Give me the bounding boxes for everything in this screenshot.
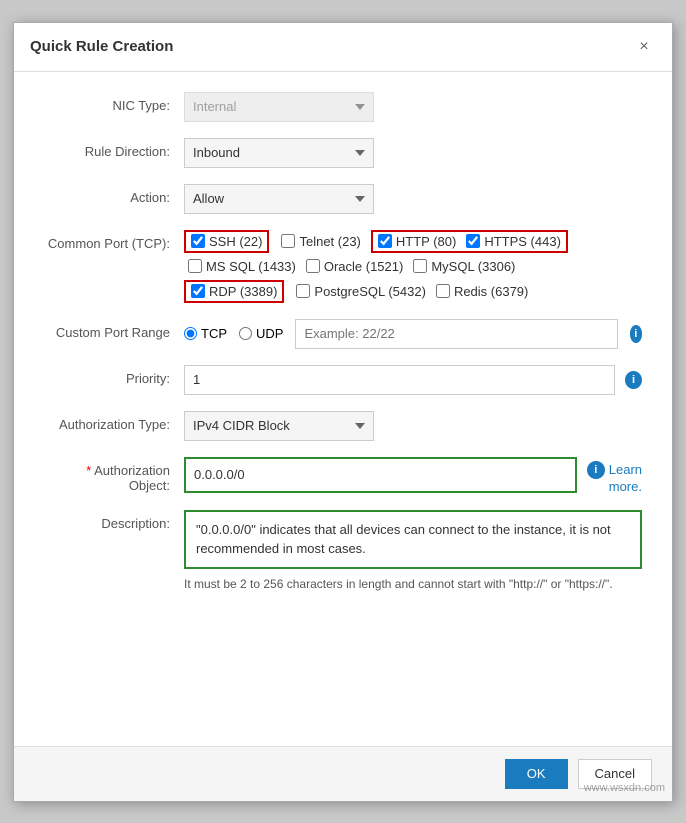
http-https-highlight-group: HTTP (80) HTTPS (443) <box>371 230 568 253</box>
description-row: Description: "0.0.0.0/0" indicates that … <box>44 510 642 593</box>
redis-label[interactable]: Redis (6379) <box>454 284 528 299</box>
postgresql-label[interactable]: PostgreSQL (5432) <box>314 284 426 299</box>
auth-object-input[interactable] <box>184 457 577 493</box>
auth-type-label: Authorization Type: <box>44 411 184 432</box>
https-label[interactable]: HTTPS (443) <box>484 234 561 249</box>
dialog-body: NIC Type: Internal Rule Direction: Inbou… <box>14 72 672 746</box>
common-port-row: Common Port (TCP): SSH (22) <box>44 230 642 303</box>
more-link[interactable]: more. <box>609 479 642 494</box>
port-row-3: RDP (3389) PostgreSQL (5432) Redis (6379… <box>184 280 642 303</box>
mysql-checkbox[interactable] <box>413 259 427 273</box>
telnet-label[interactable]: Telnet (23) <box>299 234 360 249</box>
port-mssql: MS SQL (1433) <box>188 259 296 274</box>
dialog-title: Quick Rule Creation <box>30 38 173 55</box>
action-select[interactable]: Allow Deny <box>184 184 374 214</box>
tcp-radio[interactable] <box>184 327 197 340</box>
port-ssh: SSH (22) <box>191 234 262 249</box>
oracle-label[interactable]: Oracle (1521) <box>324 259 403 274</box>
nic-type-select[interactable]: Internal <box>184 92 374 122</box>
action-row: Action: Allow Deny <box>44 184 642 214</box>
priority-info-icon[interactable]: i <box>625 371 642 389</box>
common-port-control: SSH (22) Telnet (23) <box>184 230 642 303</box>
ssh-highlight-group: SSH (22) <box>184 230 269 253</box>
nic-type-control: Internal <box>184 92 642 122</box>
udp-radio-text: UDP <box>256 326 283 341</box>
priority-row: Priority: i <box>44 365 642 395</box>
rdp-label[interactable]: RDP (3389) <box>209 284 277 299</box>
http-checkbox[interactable] <box>378 234 392 248</box>
telnet-checkbox[interactable] <box>281 234 295 248</box>
description-label: Description: <box>44 510 184 531</box>
nic-type-row: NIC Type: Internal <box>44 92 642 122</box>
redis-checkbox[interactable] <box>436 284 450 298</box>
description-box: "0.0.0.0/0" indicates that all devices c… <box>184 510 642 569</box>
udp-radio-label[interactable]: UDP <box>239 326 283 341</box>
mysql-label[interactable]: MySQL (3306) <box>431 259 515 274</box>
port-telnet: Telnet (23) <box>281 234 360 249</box>
port-redis: Redis (6379) <box>436 284 528 299</box>
rule-direction-label: Rule Direction: <box>44 138 184 159</box>
oracle-checkbox[interactable] <box>306 259 320 273</box>
port-mysql: MySQL (3306) <box>413 259 515 274</box>
mssql-label[interactable]: MS SQL (1433) <box>206 259 296 274</box>
dialog-header: Quick Rule Creation × <box>14 23 672 72</box>
learn-row: i Learn <box>587 461 642 479</box>
custom-port-inputs: TCP UDP i <box>184 319 642 349</box>
port-rdp: RDP (3389) <box>191 284 277 299</box>
auth-object-label: Authorization Object: <box>44 457 184 493</box>
port-grid: SSH (22) Telnet (23) <box>184 230 642 303</box>
ok-button[interactable]: OK <box>505 759 568 789</box>
priority-input-row: i <box>184 365 642 395</box>
tcp-radio-text: TCP <box>201 326 227 341</box>
postgresql-checkbox[interactable] <box>296 284 310 298</box>
mssql-checkbox[interactable] <box>188 259 202 273</box>
rule-direction-select[interactable]: Inbound Outbound <box>184 138 374 168</box>
port-http: HTTP (80) <box>378 234 456 249</box>
common-port-label: Common Port (TCP): <box>44 230 184 251</box>
priority-control: i <box>184 365 642 395</box>
auth-object-content: i Learn more. <box>184 457 642 494</box>
cancel-button[interactable]: Cancel <box>578 759 652 789</box>
close-button[interactable]: × <box>632 35 656 59</box>
rdp-highlight-group: RDP (3389) <box>184 280 284 303</box>
custom-port-info-icon[interactable]: i <box>630 325 642 343</box>
rule-direction-control: Inbound Outbound <box>184 138 642 168</box>
custom-port-row: Custom Port Range TCP UDP i <box>44 319 642 349</box>
action-control: Allow Deny <box>184 184 642 214</box>
description-help-text: It must be 2 to 256 characters in length… <box>184 575 642 593</box>
nic-type-label: NIC Type: <box>44 92 184 113</box>
custom-port-control: TCP UDP i <box>184 319 642 349</box>
action-label: Action: <box>44 184 184 205</box>
custom-port-input[interactable] <box>295 319 617 349</box>
ssh-label[interactable]: SSH (22) <box>209 234 262 249</box>
port-https: HTTPS (443) <box>466 234 561 249</box>
port-postgresql: PostgreSQL (5432) <box>296 284 426 299</box>
quick-rule-creation-dialog: Quick Rule Creation × NIC Type: Internal… <box>13 22 673 802</box>
ssh-checkbox[interactable] <box>191 234 205 248</box>
learn-info-icon[interactable]: i <box>587 461 605 479</box>
description-control: "0.0.0.0/0" indicates that all devices c… <box>184 510 642 593</box>
auth-object-control: i Learn more. <box>184 457 642 494</box>
port-oracle: Oracle (1521) <box>306 259 403 274</box>
learn-link[interactable]: Learn <box>609 462 642 477</box>
learn-section: i Learn more. <box>587 457 642 494</box>
priority-label: Priority: <box>44 365 184 386</box>
rule-direction-row: Rule Direction: Inbound Outbound <box>44 138 642 168</box>
port-row-2: MS SQL (1433) Oracle (1521) MySQL (3306) <box>184 259 642 274</box>
custom-port-label: Custom Port Range <box>44 319 184 340</box>
port-row-1: SSH (22) Telnet (23) <box>184 230 642 253</box>
rdp-checkbox[interactable] <box>191 284 205 298</box>
dialog-footer: OK Cancel <box>14 746 672 801</box>
http-label[interactable]: HTTP (80) <box>396 234 456 249</box>
auth-type-select[interactable]: IPv4 CIDR Block IPv6 CIDR Block Security… <box>184 411 374 441</box>
auth-type-row: Authorization Type: IPv4 CIDR Block IPv6… <box>44 411 642 441</box>
tcp-radio-label[interactable]: TCP <box>184 326 227 341</box>
udp-radio[interactable] <box>239 327 252 340</box>
priority-input[interactable] <box>184 365 615 395</box>
auth-type-control: IPv4 CIDR Block IPv6 CIDR Block Security… <box>184 411 642 441</box>
https-checkbox[interactable] <box>466 234 480 248</box>
auth-object-row: Authorization Object: i Learn more. <box>44 457 642 494</box>
